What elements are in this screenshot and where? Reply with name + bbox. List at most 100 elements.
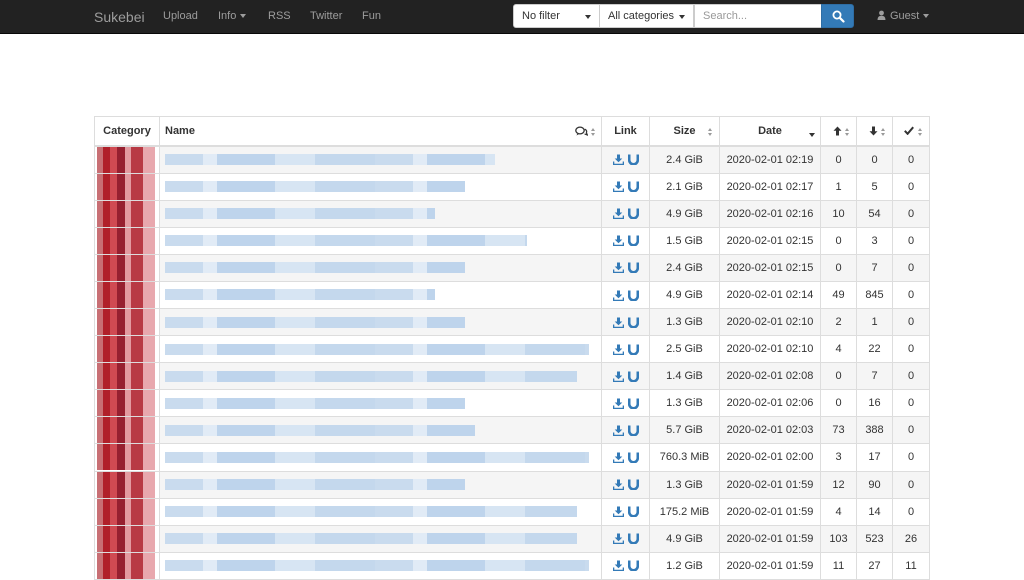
- magnet-icon[interactable]: [627, 181, 639, 193]
- torrent-name-link[interactable]: [165, 154, 495, 165]
- search-input[interactable]: [694, 4, 822, 28]
- name-cell[interactable]: [159, 551, 602, 580]
- category-icon[interactable]: [97, 146, 155, 173]
- magnet-icon[interactable]: [627, 506, 639, 518]
- category-icon[interactable]: [97, 525, 155, 552]
- name-cell[interactable]: [159, 470, 602, 499]
- magnet-icon[interactable]: [627, 235, 639, 247]
- torrent-name-link[interactable]: [165, 397, 465, 409]
- download-icon[interactable]: [612, 425, 624, 437]
- download-icon[interactable]: [612, 344, 624, 356]
- filter-select[interactable]: No filter: [513, 4, 600, 28]
- name-cell[interactable]: [159, 280, 602, 309]
- torrent-name-link[interactable]: [165, 235, 527, 247]
- torrent-name-link[interactable]: [165, 181, 465, 193]
- download-icon[interactable]: [612, 371, 624, 383]
- download-icon[interactable]: [612, 235, 624, 247]
- category-icon[interactable]: [97, 227, 155, 254]
- name-cell[interactable]: [159, 199, 602, 228]
- download-icon[interactable]: [612, 181, 624, 193]
- download-icon[interactable]: [612, 452, 624, 464]
- nav-twitter[interactable]: Twitter: [310, 10, 342, 22]
- category-cell[interactable]: [94, 470, 160, 499]
- torrent-name-link[interactable]: [165, 424, 475, 436]
- category-cell[interactable]: [94, 172, 160, 201]
- category-icon[interactable]: [97, 390, 155, 417]
- category-icon[interactable]: [97, 336, 155, 363]
- torrent-name-link[interactable]: [165, 533, 577, 545]
- download-icon[interactable]: [612, 533, 624, 545]
- header-seeders[interactable]: [820, 116, 857, 147]
- name-cell[interactable]: [159, 335, 602, 364]
- category-cell[interactable]: [94, 524, 160, 553]
- category-cell[interactable]: [94, 253, 160, 282]
- download-icon[interactable]: [612, 262, 624, 274]
- download-icon[interactable]: [612, 154, 624, 166]
- category-cell[interactable]: [94, 145, 160, 174]
- download-icon[interactable]: [612, 398, 624, 410]
- name-cell[interactable]: [159, 524, 602, 553]
- category-select[interactable]: All categories: [599, 4, 694, 28]
- category-icon[interactable]: [97, 309, 155, 336]
- category-icon[interactable]: [97, 552, 155, 579]
- magnet-icon[interactable]: [627, 208, 639, 220]
- torrent-name-link[interactable]: [165, 289, 435, 301]
- category-icon[interactable]: [97, 444, 155, 471]
- category-cell[interactable]: [94, 335, 160, 364]
- name-cell[interactable]: [159, 253, 602, 282]
- torrent-name-link[interactable]: [165, 262, 465, 274]
- comments-icon[interactable]: [575, 126, 588, 137]
- magnet-icon[interactable]: [627, 344, 639, 356]
- nav-fun[interactable]: Fun: [362, 10, 381, 22]
- magnet-icon[interactable]: [627, 154, 639, 166]
- header-category[interactable]: Category: [94, 116, 160, 147]
- category-icon[interactable]: [97, 363, 155, 390]
- magnet-icon[interactable]: [627, 425, 639, 437]
- category-icon[interactable]: [97, 498, 155, 525]
- torrent-name-link[interactable]: [165, 451, 589, 463]
- category-cell[interactable]: [94, 551, 160, 580]
- torrent-name-link[interactable]: [165, 208, 435, 220]
- name-cell[interactable]: [159, 497, 602, 526]
- nav-info[interactable]: Info: [218, 10, 247, 22]
- name-cell[interactable]: [159, 389, 602, 418]
- category-cell[interactable]: [94, 389, 160, 418]
- torrent-name-link[interactable]: [165, 370, 577, 382]
- name-cell[interactable]: [159, 145, 602, 174]
- category-cell[interactable]: [94, 497, 160, 526]
- brand-logo[interactable]: Sukebei: [94, 9, 145, 25]
- category-cell[interactable]: [94, 226, 160, 255]
- download-icon[interactable]: [612, 290, 624, 301]
- magnet-icon[interactable]: [627, 317, 639, 329]
- category-icon[interactable]: [97, 471, 155, 498]
- category-cell[interactable]: [94, 443, 160, 472]
- search-button[interactable]: [821, 4, 854, 28]
- header-completed[interactable]: [892, 116, 930, 147]
- name-cell[interactable]: [159, 172, 602, 201]
- torrent-name-link[interactable]: [165, 316, 465, 328]
- torrent-name-link[interactable]: [165, 560, 589, 572]
- name-cell[interactable]: [159, 416, 602, 445]
- category-cell[interactable]: [94, 416, 160, 445]
- magnet-icon[interactable]: [627, 262, 639, 274]
- category-cell[interactable]: [94, 362, 160, 391]
- nav-upload[interactable]: Upload: [163, 10, 198, 22]
- name-cell[interactable]: [159, 443, 602, 472]
- magnet-icon[interactable]: [627, 290, 639, 302]
- category-icon[interactable]: [97, 200, 155, 227]
- download-icon[interactable]: [612, 208, 624, 220]
- nav-rss[interactable]: RSS: [268, 10, 291, 22]
- download-icon[interactable]: [612, 317, 624, 328]
- header-date[interactable]: Date: [719, 116, 821, 147]
- download-icon[interactable]: [612, 506, 624, 518]
- torrent-name-link[interactable]: [165, 479, 465, 491]
- torrent-name-link[interactable]: [165, 506, 577, 518]
- download-icon[interactable]: [612, 560, 624, 572]
- header-leechers[interactable]: [856, 116, 893, 147]
- download-icon[interactable]: [612, 479, 624, 491]
- name-cell[interactable]: [159, 362, 602, 391]
- magnet-icon[interactable]: [627, 371, 639, 383]
- sort-desc-icon[interactable]: [809, 133, 815, 137]
- guest-user-menu[interactable]: Guest: [877, 10, 930, 22]
- header-size[interactable]: Size: [649, 116, 720, 147]
